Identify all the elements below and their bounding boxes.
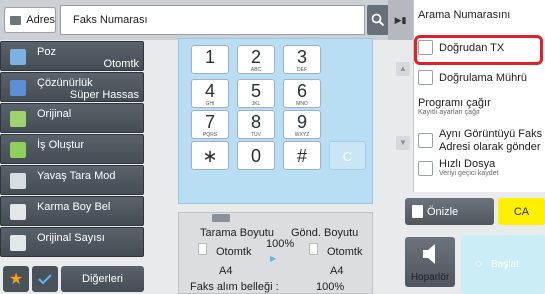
menu-job-build-label: İş Oluştur [37,139,85,151]
original-count-icon [10,235,26,251]
same-image-label-1: Aynı Görüntüyü Faks [439,128,543,140]
send-mode-value: Otomtk [327,246,363,258]
program-recall-sub: Kayıtlı ayarları çağır [418,109,481,116]
resolution-icon [10,80,26,96]
key-asterisk[interactable]: ∗ [191,141,229,170]
menu-exposure-value: Otomtk [103,58,139,70]
chevron-right-icon: ▶▮ [394,14,407,25]
key-8[interactable]: 8 TUV [237,110,275,139]
verify-stamp-checkbox[interactable] [418,70,433,85]
fax-number-placeholder: Faks Numarası [73,14,148,26]
key-3[interactable]: 3 DEF [283,45,321,74]
quick-file-label: Hızlı Dosya [439,158,496,170]
fax-memory-value: 100% [316,281,345,293]
menu-exposure[interactable]: Poz Otomtk [0,41,144,71]
checkmark-icon [38,274,52,285]
fax-number-input[interactable]: Faks Numarası [60,5,365,35]
menu-slow-scan-label: Yavaş Tara Mod [37,170,116,182]
arrow-right-icon: ▶ [270,254,277,263]
menu-resolution-label: Çözünürlük [37,77,93,89]
search-icon [371,13,385,27]
start-label: Başlat [491,259,519,270]
send-paper-value: A4 [330,265,344,277]
menu-original-label: Orijinal [37,108,72,120]
menu-resolution[interactable]: Çözünürlük Süper Hassas [0,72,144,102]
same-image-label-2: Adresi olarak gönder [439,141,541,153]
start-icon: ◇ [475,258,482,268]
others-button[interactable]: Diğerleri [61,266,144,292]
program-recall-option[interactable]: Programı çağır Kayıtlı ayarları çağır [418,97,491,116]
fax-memory-label: Faks alım belleği : [190,281,279,293]
scroll-up-button[interactable]: ▲ [396,62,410,76]
scan-mode-value: Otomtk [216,246,252,258]
others-label: Diğerleri [82,273,123,285]
key-hash[interactable]: # [283,141,321,170]
address-button[interactable]: Adres [4,7,56,33]
quick-file-checkbox[interactable] [418,161,433,176]
star-icon: ★ [8,271,24,288]
ca-button[interactable]: CA [498,198,545,225]
key-6[interactable]: 6 MNO [283,79,321,108]
send-paper-icon [309,243,318,255]
menu-slow-scan[interactable]: Yavaş Tara Mod [0,165,144,195]
key-7[interactable]: 7 PQRS [191,110,229,139]
scan-paper-value: A4 [219,265,233,277]
key-0[interactable]: 0 [237,141,275,170]
speaker-icon [423,244,435,264]
menu-exposure-label: Poz [37,46,56,58]
clear-button[interactable]: C [329,141,366,170]
original-icon [10,111,26,127]
key-2[interactable]: 2 ABC [237,45,275,74]
same-image-checkbox[interactable] [418,133,433,148]
arrow-up-icon: ▲ [396,62,410,76]
direct-tx-checkbox[interactable] [418,40,433,55]
menu-original-count-label: Orijinal Sayısı [37,232,105,244]
address-book-icon [10,15,22,25]
menu-job-build[interactable]: İş Oluştur [0,134,144,164]
quick-file-sub: Veriyi geçici kaydet [439,170,499,177]
scanner-icon [212,214,230,222]
send-size-label: Gönd. Boyutu [291,227,359,239]
menu-resolution-value: Süper Hassas [69,89,139,101]
key-9[interactable]: 9 WXYZ [283,110,321,139]
ratio-value: 100% [266,238,295,250]
ca-label: CA [513,206,530,218]
key-5[interactable]: 5 JKL [237,79,275,108]
program-recall-label: Programı çağır [418,97,491,109]
dial-number-header: Arama Numarasını [418,9,511,21]
preview-icon [412,205,423,218]
arrow-down-icon: ▼ [396,136,410,150]
quick-file-option[interactable]: Hızlı Dosya Veriyi geçici kaydet [418,158,499,177]
verify-stamp-option[interactable]: Doğrulama Mührü [418,70,527,85]
address-button-label: Adres [26,14,55,26]
menu-original-count[interactable]: Orijinal Sayısı [0,227,144,257]
menu-original[interactable]: Orijinal [0,103,144,133]
same-image-option[interactable]: Aynı Görüntüyü Faks Adresi olarak gönder [418,128,542,154]
speaker-button[interactable]: Hoparlör [405,237,455,287]
search-button[interactable] [367,5,389,35]
start-button[interactable]: ◇ Başlat [461,235,545,294]
check-button[interactable] [32,266,58,292]
verify-stamp-label: Doğrulama Mührü [439,71,528,84]
exposure-icon [10,49,26,65]
slow-scan-icon [10,173,26,189]
mixed-size-icon [10,204,26,220]
scan-size-label: Tarama Boyutu [200,227,274,239]
preview-label: Önizle [427,206,459,218]
job-build-icon [10,142,26,158]
menu-mixed-size[interactable]: Karma Boy Bel [0,196,144,226]
direct-tx-option[interactable]: Doğrudan TX [418,40,504,55]
speaker-label: Hoparlör [410,272,450,283]
key-4[interactable]: 4 GHI [191,79,229,108]
preview-button[interactable]: Önizle [405,198,494,225]
scroll-down-button[interactable]: ▼ [396,136,410,150]
panel-toggle-tab[interactable]: ▶▮ [388,0,413,40]
direct-tx-label: Doğrudan TX [439,41,505,54]
menu-mixed-size-label: Karma Boy Bel [37,201,111,213]
scan-paper-icon [198,243,207,255]
key-1[interactable]: 1 [191,45,229,74]
favorites-button[interactable]: ★ [3,266,29,292]
